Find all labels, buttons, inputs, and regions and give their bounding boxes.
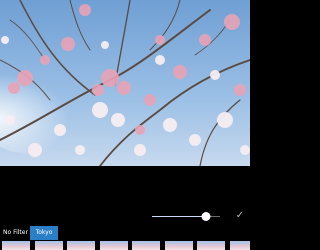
- filter-intensity-slider[interactable]: [152, 212, 220, 222]
- slider-fill: [152, 216, 207, 217]
- photo-preview: [0, 0, 250, 166]
- filter-tab-no-filter[interactable]: No Filter: [3, 226, 29, 240]
- filter-thumbnail[interactable]: [197, 241, 225, 250]
- checkmark-icon[interactable]: ✓: [234, 210, 246, 222]
- filter-thumbnail[interactable]: [164, 241, 193, 250]
- filter-tab-tokyo[interactable]: Tokyo: [30, 226, 58, 240]
- cherry-blossom-image: [0, 0, 250, 166]
- filter-thumbnail-strip: [0, 241, 250, 250]
- filter-thumbnail[interactable]: [132, 241, 160, 250]
- filter-thumbnail[interactable]: [34, 241, 63, 250]
- filter-thumbnail[interactable]: [229, 241, 250, 250]
- filter-thumbnail[interactable]: [2, 241, 30, 250]
- filter-thumbnail[interactable]: [99, 241, 128, 250]
- filter-thumbnail[interactable]: [67, 241, 95, 250]
- slider-thumb[interactable]: [201, 212, 211, 221]
